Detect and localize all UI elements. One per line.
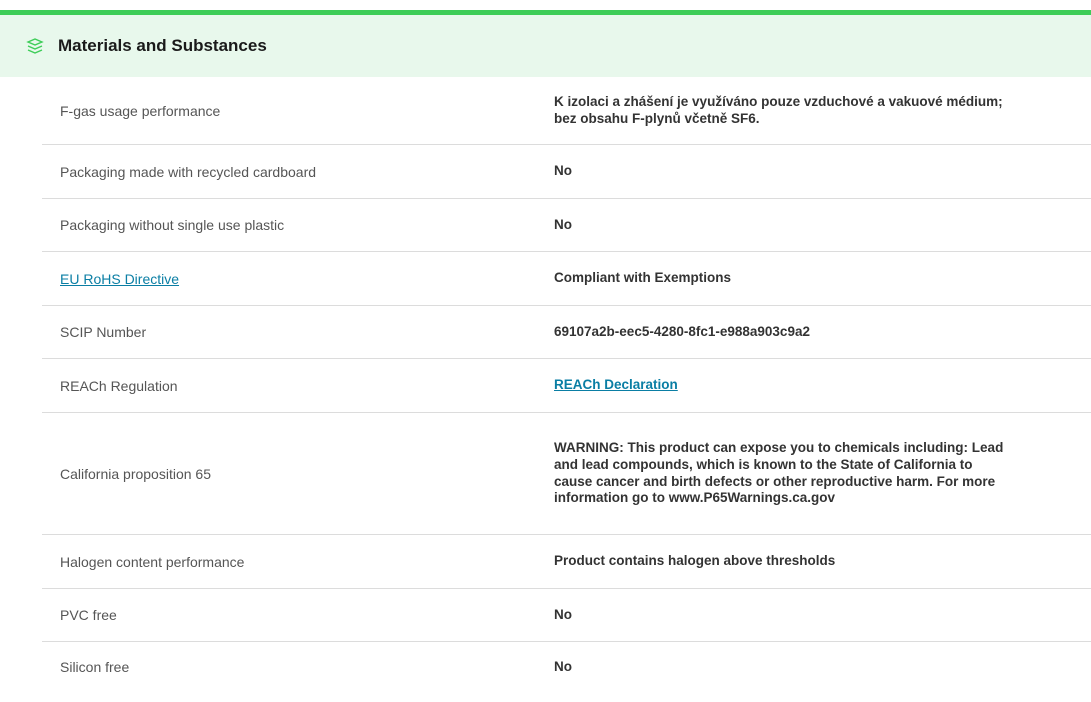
table-row: F-gas usage performance K izolaci a zháš… [42, 77, 1091, 145]
table-row: SCIP Number 69107a2b-eec5-4280-8fc1-e988… [42, 306, 1091, 359]
row-label: Packaging made with recycled cardboard [60, 163, 317, 180]
row-value: 69107a2b-eec5-4280-8fc1-e988a903c9a2 [554, 323, 810, 339]
row-value: K izolaci a zhášení je využíváno pouze v… [554, 93, 1003, 126]
reach-declaration-link[interactable]: REACh Declaration [554, 377, 678, 392]
table-row: Halogen content performance Product cont… [42, 535, 1091, 589]
row-label: Packaging without single use plastic [60, 217, 285, 233]
row-value: No [554, 606, 572, 622]
row-label: California proposition 65 [60, 465, 211, 482]
row-label: PVC free [60, 607, 117, 623]
table-row: Packaging made with recycled cardboard N… [42, 145, 1091, 199]
row-value: Product contains halogen above threshold… [554, 553, 836, 569]
row-value: WARNING: This product can expose you to … [554, 439, 1004, 506]
row-label: Halogen content performance [60, 553, 245, 570]
table-row: EU RoHS Directive Compliant with Exempti… [42, 252, 1091, 306]
row-value: Compliant with Exemptions [554, 270, 732, 286]
section-header[interactable]: Materials and Substances [0, 15, 1091, 77]
row-label: SCIP Number [60, 324, 147, 340]
table-row: California proposition 65 WARNING: This … [42, 413, 1091, 535]
row-value: No [554, 163, 572, 179]
layers-icon [26, 37, 44, 55]
row-value: No [554, 658, 572, 674]
section-title: Materials and Substances [58, 36, 267, 55]
row-label: Silicon free [60, 659, 130, 675]
table-row: REACh Regulation REACh Declaration [42, 359, 1091, 413]
eu-rohs-directive-link[interactable]: EU RoHS Directive [60, 271, 179, 287]
row-value: No [554, 216, 572, 232]
row-label: F-gas usage performance [60, 102, 221, 119]
table-row: Packaging without single use plastic No [42, 199, 1091, 252]
table-row: PVC free No [42, 589, 1091, 642]
table-row: Silicon free No [42, 642, 1091, 692]
row-label: REACh Regulation [60, 377, 178, 394]
